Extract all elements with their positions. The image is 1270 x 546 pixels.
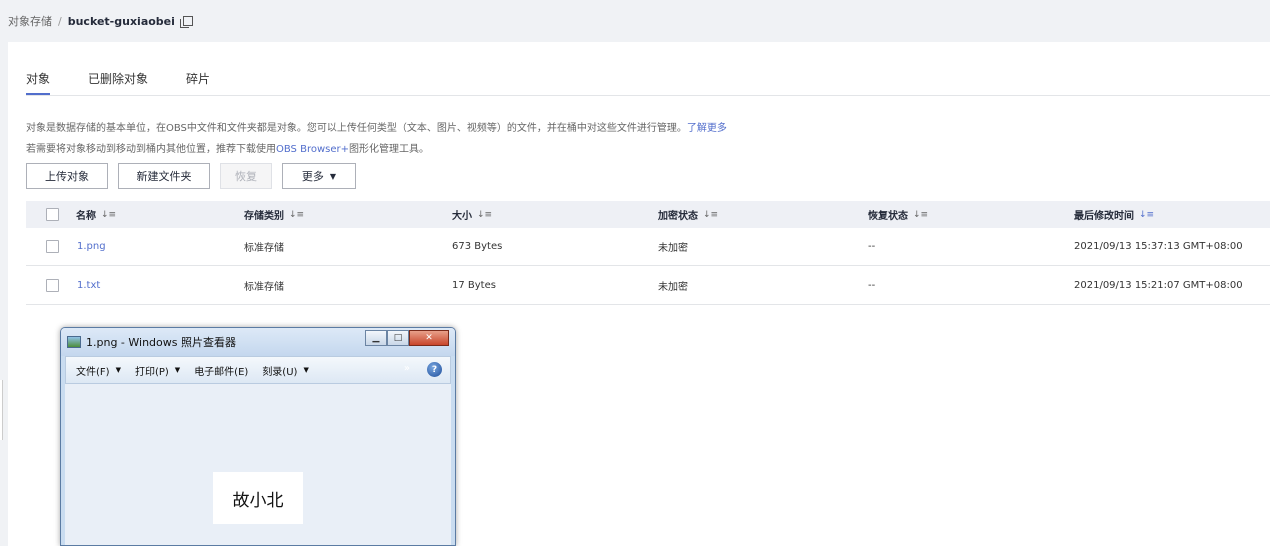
description-pre: 若需要将对象移动到移动到桶内其他位置，推荐下载使用 xyxy=(26,144,276,155)
select-all-checkbox[interactable] xyxy=(46,208,59,221)
menu-file-label: 文件(F) xyxy=(76,366,110,378)
header-storage-class[interactable]: 存储类别 ↓≡ xyxy=(244,201,304,228)
table-header: 名称 ↓≡ 存储类别 ↓≡ 大小 ↓≡ 加密状态 ↓≡ 恢复状态 ↓≡ 最后修改时间 ↓≡ xyxy=(26,201,1270,228)
size-cell: 673 Bytes xyxy=(452,241,503,252)
sort-active-icon[interactable]: ↓≡ xyxy=(1139,210,1154,220)
header-encryption-label: 加密状态 xyxy=(658,211,698,222)
more-label: 更多 xyxy=(301,170,324,183)
upload-label: 上传对象 xyxy=(45,170,89,183)
chevron-down-icon: ▼ xyxy=(303,366,309,374)
size-cell: 17 Bytes xyxy=(452,280,496,291)
menu-file[interactable]: 文件(F) ▼ xyxy=(76,363,121,378)
header-name[interactable]: 名称 ↓≡ xyxy=(76,201,116,228)
object-name-link[interactable]: 1.png xyxy=(77,228,106,265)
more-dropdown-button[interactable]: 更多 ▼ xyxy=(282,163,356,189)
select-all-cell xyxy=(46,201,59,228)
storage-class-cell: 标准存储 xyxy=(244,282,284,293)
sort-icon[interactable]: ↓≡ xyxy=(913,210,928,220)
description-text: 对象是数据存储的基本单位，在OBS中文件和文件夹都是对象。您可以上传任何类型（文… xyxy=(26,123,687,134)
sort-icon[interactable]: ↓≡ xyxy=(703,210,718,220)
menu-burn-label: 刻录(U) xyxy=(262,366,298,378)
header-encryption[interactable]: 加密状态 ↓≡ xyxy=(658,201,718,228)
header-name-label: 名称 xyxy=(76,211,96,222)
object-name-link[interactable]: 1.txt xyxy=(77,267,100,304)
description-line-1: 对象是数据存储的基本单位，在OBS中文件和文件夹都是对象。您可以上传任何类型（文… xyxy=(26,119,727,134)
encryption-cell: 未加密 xyxy=(658,282,688,293)
chevron-down-icon: ▼ xyxy=(174,366,181,374)
close-button[interactable]: ✕ xyxy=(409,330,449,346)
restore-status-cell: -- xyxy=(868,241,876,252)
menu-print[interactable]: 打印(P) ▼ xyxy=(135,363,180,378)
window-controls: ▁ □ ✕ xyxy=(365,330,449,346)
header-restore-label: 恢复状态 xyxy=(868,211,908,222)
header-size-label: 大小 xyxy=(452,211,472,222)
chevron-down-icon: ▼ xyxy=(115,366,121,374)
left-edge-strip xyxy=(0,380,3,440)
tab-objects[interactable]: 对象 xyxy=(26,68,51,95)
chevron-down-icon: ▼ xyxy=(329,171,337,181)
displayed-image: 故小北 xyxy=(213,472,303,524)
encryption-cell: 未加密 xyxy=(658,243,688,254)
obs-browser-link[interactable]: OBS Browser+ xyxy=(276,144,349,155)
tab-deleted-objects[interactable]: 已删除对象 xyxy=(88,68,148,95)
description-line-2: 若需要将对象移动到移动到桶内其他位置，推荐下载使用OBS Browser+图形化… xyxy=(26,140,429,155)
tab-bar: 对象 已删除对象 碎片 xyxy=(26,68,248,95)
restore-label: 恢复 xyxy=(235,170,257,183)
help-icon[interactable]: ? xyxy=(427,362,442,377)
sort-icon[interactable]: ↓≡ xyxy=(101,210,116,220)
header-storage-label: 存储类别 xyxy=(244,211,284,222)
table-row: 1.png 标准存储 673 Bytes 未加密 -- 2021/09/13 1… xyxy=(26,228,1270,266)
sort-icon[interactable]: ↓≡ xyxy=(477,210,492,220)
maximize-button[interactable]: □ xyxy=(387,330,409,346)
image-text: 故小北 xyxy=(232,490,284,511)
breadcrumb-parent-link[interactable]: 对象存储 xyxy=(8,13,52,29)
menu-print-label: 打印(P) xyxy=(134,366,169,378)
window-title: 1.png - Windows 照片查看器 xyxy=(86,336,236,349)
window-titlebar[interactable]: 1.png - Windows 照片查看器 ▁ □ ✕ xyxy=(61,328,455,356)
header-modified-label: 最后修改时间 xyxy=(1074,211,1134,222)
header-restore-status[interactable]: 恢复状态 ↓≡ xyxy=(868,201,928,228)
breadcrumb-separator: / xyxy=(58,14,62,28)
tab-fragments[interactable]: 碎片 xyxy=(186,68,210,95)
storage-class-cell: 标准存储 xyxy=(244,243,284,254)
last-modified-cell: 2021/09/13 15:21:07 GMT+08:00 xyxy=(1074,280,1243,291)
copy-icon[interactable] xyxy=(179,16,193,28)
last-modified-cell: 2021/09/13 15:37:13 GMT+08:00 xyxy=(1074,241,1243,252)
table-row: 1.txt 标准存储 17 Bytes 未加密 -- 2021/09/13 15… xyxy=(26,267,1270,305)
row-checkbox[interactable] xyxy=(46,279,59,292)
learn-more-link[interactable]: 了解更多 xyxy=(687,123,727,134)
minimize-button[interactable]: ▁ xyxy=(365,330,387,346)
header-last-modified[interactable]: 最后修改时间 ↓≡ xyxy=(1074,201,1154,228)
menu-email[interactable]: 电子邮件(E) xyxy=(194,363,248,378)
more-commands-icon[interactable]: » xyxy=(404,363,410,374)
restore-button[interactable]: 恢复 xyxy=(220,163,272,189)
toolbar: 上传对象 新建文件夹 恢复 更多 ▼ xyxy=(26,163,366,189)
header-size[interactable]: 大小 ↓≡ xyxy=(452,201,492,228)
viewer-menubar: 文件(F) ▼ 打印(P) ▼ 电子邮件(E) 刻录(U) ▼ » ? xyxy=(65,356,451,384)
row-checkbox[interactable] xyxy=(46,240,59,253)
new-folder-label: 新建文件夹 xyxy=(136,170,192,183)
upload-object-button[interactable]: 上传对象 xyxy=(26,163,108,189)
row-select-cell xyxy=(46,228,59,265)
restore-status-cell: -- xyxy=(868,280,876,291)
row-select-cell xyxy=(46,267,59,304)
breadcrumb-current: bucket-guxiaobei xyxy=(67,14,175,28)
photo-viewer-app-icon xyxy=(67,336,81,348)
breadcrumb: 对象存储 / bucket-guxiaobei xyxy=(0,0,1270,42)
image-display-area: 故小北 xyxy=(65,384,451,545)
description-post: 图形化管理工具。 xyxy=(348,144,429,155)
menu-email-label: 电子邮件(E) xyxy=(194,366,249,378)
sort-icon[interactable]: ↓≡ xyxy=(289,210,304,220)
photo-viewer-window[interactable]: 1.png - Windows 照片查看器 ▁ □ ✕ 文件(F) ▼ 打印(P)… xyxy=(60,327,456,546)
menu-burn[interactable]: 刻录(U) ▼ xyxy=(262,363,309,378)
new-folder-button[interactable]: 新建文件夹 xyxy=(118,163,210,189)
tab-divider xyxy=(26,95,1270,96)
